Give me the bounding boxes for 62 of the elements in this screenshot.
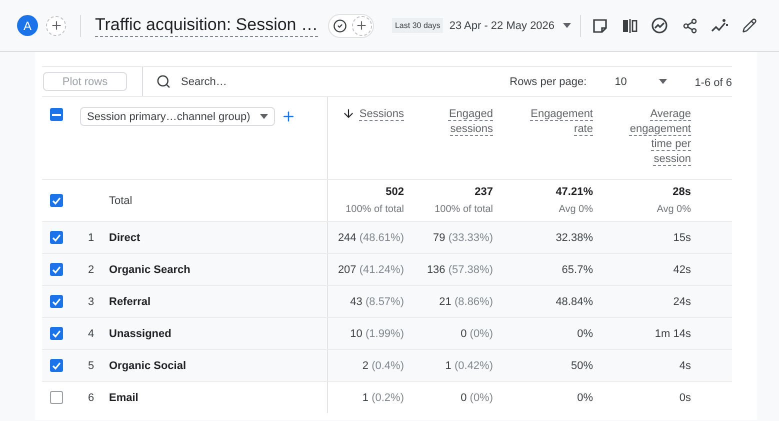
table-cell: 244 (48.61%) bbox=[338, 232, 404, 244]
channel-name: Unassigned bbox=[109, 328, 172, 340]
table-row[interactable]: 2 Organic Search 207 (41.24%) 136 (57.38%) 65.7% 42s bbox=[42, 254, 732, 286]
table-cell: 207 (41.24%) bbox=[338, 264, 404, 276]
column-header[interactable]: Sessions bbox=[359, 107, 404, 122]
total-value: 502 bbox=[386, 186, 404, 198]
channel-name: Organic Search bbox=[109, 264, 190, 276]
row-rank: 6 bbox=[88, 392, 94, 404]
channel-name: Organic Social bbox=[109, 360, 186, 372]
row-rank: 5 bbox=[88, 360, 94, 372]
table-cell: 50% bbox=[570, 360, 593, 372]
table-cell: 10 (1.99%) bbox=[350, 328, 404, 340]
table-cell: 65.7% bbox=[562, 264, 593, 276]
table-cell: 32.38% bbox=[556, 232, 593, 244]
channel-name: Referral bbox=[109, 296, 151, 308]
table-cell: 0% bbox=[577, 328, 593, 340]
table-cell: 1m 14s bbox=[654, 328, 691, 340]
table-cell: 15s bbox=[673, 232, 691, 244]
date-range[interactable]: 23 Apr - 22 May 2026 bbox=[449, 20, 555, 32]
table-cell: 42s bbox=[673, 264, 691, 276]
table-cell: 136 (57.38%) bbox=[426, 264, 493, 276]
row-rank: 2 bbox=[88, 264, 94, 276]
total-subtext: 100% of total bbox=[434, 204, 493, 215]
channel-name: Direct bbox=[109, 232, 140, 244]
row-rank: 3 bbox=[88, 296, 94, 308]
report-title[interactable]: Traffic acquisition: Session … bbox=[95, 14, 318, 37]
column-header[interactable]: Engagement rate bbox=[527, 107, 593, 137]
column-header[interactable]: Engaged sessions bbox=[427, 107, 493, 137]
pagination-text: 1-6 of 6 bbox=[694, 76, 732, 88]
rows-per-page-label: Rows per page: bbox=[510, 76, 587, 88]
total-label: Total bbox=[109, 194, 132, 206]
row-rank: 4 bbox=[88, 328, 94, 340]
dimension-dropdown[interactable]: Session primary…channel group) bbox=[80, 107, 276, 126]
table-cell: 2 (0.4%) bbox=[362, 360, 404, 372]
table-cell: 79 (33.33%) bbox=[433, 232, 493, 244]
total-value: 47.21% bbox=[556, 186, 593, 198]
total-value: 237 bbox=[474, 186, 493, 198]
column-header[interactable]: Average engagement time per session bbox=[625, 107, 691, 167]
table-cell: 43 (8.57%) bbox=[350, 296, 404, 308]
table-cell: 1 (0.42%) bbox=[445, 360, 493, 372]
total-subtext: Avg 0% bbox=[656, 204, 691, 215]
table-cell: 0 (0%) bbox=[460, 392, 493, 404]
total-subtext: Avg 0% bbox=[558, 204, 593, 215]
table-cell: 1 (0.2%) bbox=[362, 392, 404, 404]
table-cell: 48.84% bbox=[556, 296, 593, 308]
rows-per-page-select[interactable]: 10 bbox=[614, 76, 667, 88]
total-value: 28s bbox=[672, 186, 691, 198]
table-cell: 21 (8.86%) bbox=[439, 296, 493, 308]
row-rank: 1 bbox=[88, 232, 94, 244]
table-row[interactable]: 3 Referral 43 (8.57%) 21 (8.86%) 48.84% 24s bbox=[42, 286, 732, 318]
table-row[interactable]: 4 Unassigned 10 (1.99%) 0 (0%) 0% 1m 14s bbox=[42, 318, 732, 350]
account-avatar[interactable]: A bbox=[17, 15, 38, 36]
table-row[interactable]: 5 Organic Social 2 (0.4%) 1 (0.42%) 50% 4s bbox=[42, 350, 732, 382]
table-cell: 24s bbox=[673, 296, 691, 308]
table-cell: 4s bbox=[679, 360, 691, 372]
table-cell: 0s bbox=[679, 392, 691, 404]
total-subtext: 100% of total bbox=[346, 204, 404, 215]
table-cell: 0 (0%) bbox=[460, 328, 493, 340]
date-preset-chip: Last 30 days bbox=[392, 18, 444, 33]
channel-name: Email bbox=[109, 392, 138, 404]
table-row[interactable]: 1 Direct 244 (48.61%) 79 (33.33%) 32.38% 15s bbox=[42, 222, 732, 254]
table-cell: 0% bbox=[577, 392, 593, 404]
